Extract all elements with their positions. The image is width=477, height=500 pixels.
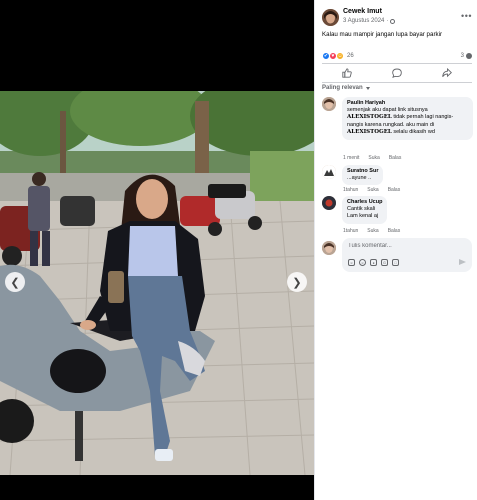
comment-text: semenjak aku dapat link situsnya ALEXIST… [347, 107, 454, 136]
haha-reaction-icon: ☺ [336, 52, 344, 60]
comment-brand-text: ALEXISTOGEL [347, 114, 392, 121]
post-meta: 3 Agustus 2024 · [343, 18, 396, 24]
share-button[interactable] [422, 65, 472, 81]
comment-reply-button[interactable]: Balas [389, 155, 402, 161]
send-icon[interactable] [459, 259, 466, 265]
post-caption: Kalau mau mampir jangan lupa bayar parki… [322, 31, 443, 38]
post-date[interactable]: 3 Agustus 2024 [343, 18, 384, 24]
comment-icon [392, 68, 402, 78]
next-photo-button[interactable]: ❯ [287, 272, 307, 292]
commenter-avatar[interactable] [322, 97, 336, 111]
photo-illustration [0, 91, 314, 475]
comment-meta: 1 menit Suka Balas [343, 155, 401, 161]
post-header: Cewek Imut 3 Agustus 2024 · ••• [322, 7, 472, 29]
comment-reply-button[interactable]: Balas [388, 228, 401, 234]
post-panel: Cewek Imut 3 Agustus 2024 · ••• Kalau ma… [314, 0, 477, 500]
comment-text-line: Lam kenal aj [347, 213, 379, 220]
comment-item: Charles Ucup Cantik skali Lam kenal aj [322, 196, 472, 226]
comment-bubble: Paulin Hariyah semenjak aku dapat link s… [342, 97, 473, 140]
comment-time: 1 menit [343, 155, 360, 161]
thumbs-up-icon [342, 68, 352, 78]
comment-meta: 1tahun Suka Balas [343, 228, 400, 234]
divider [322, 82, 472, 83]
comment-time: 1tahun [343, 228, 359, 234]
chevron-right-icon: ❯ [292, 276, 302, 289]
camera-icon[interactable]: ● [370, 259, 377, 266]
comment-count-value: 3 [460, 53, 464, 59]
date-separator: · [386, 18, 389, 24]
comment-button[interactable] [372, 65, 422, 81]
sticker-icon[interactable]: □ [392, 259, 399, 266]
comment-item: Suratno Sur ...ayune .. [322, 165, 472, 187]
comment-brand-text: ALEXISTOGEL [347, 129, 392, 136]
comment-like-button[interactable]: Suka [368, 155, 379, 161]
comment-text-line: Cantik skali [347, 206, 376, 212]
comment-sort-label: Paling relevan [322, 85, 363, 91]
commenter-name[interactable]: Suratno Sur [347, 168, 378, 174]
post-photo[interactable]: ❮ ❯ [0, 91, 314, 475]
comment-item: Paulin Hariyah semenjak aku dapat link s… [322, 97, 473, 161]
comment-bubble-icon [466, 53, 472, 59]
photo-viewer: ❮ ❯ [0, 0, 314, 500]
author-avatar[interactable] [322, 9, 339, 26]
comment-reply-button[interactable]: Balas [388, 187, 401, 193]
emoji-icon[interactable]: ☺ [359, 259, 366, 266]
comment-count[interactable]: 3 [461, 53, 472, 59]
composer-tools: ☺ ☺ ● G □ [348, 259, 399, 266]
commenter-avatar[interactable] [322, 165, 336, 179]
avatar-sticker-icon[interactable]: ☺ [348, 259, 355, 266]
comment-like-button[interactable]: Suka [367, 228, 378, 234]
gif-icon[interactable]: G [381, 259, 388, 266]
comment-bubble: Suratno Sur ...ayune .. [342, 165, 384, 186]
current-user-avatar [322, 241, 336, 255]
globe-icon [390, 18, 396, 24]
like-button[interactable] [322, 65, 372, 81]
post-actions [322, 65, 472, 81]
comment-bubble: Charles Ucup Cantik skali Lam kenal aj [342, 196, 388, 224]
share-icon [442, 68, 452, 78]
reaction-summary[interactable]: ✔ ♥ ☺ 26 3 [322, 51, 472, 61]
reaction-count[interactable]: 26 [347, 53, 354, 59]
comment-composer: ☺ ☺ ● G □ [322, 238, 472, 272]
more-options-icon[interactable]: ••• [461, 11, 472, 21]
previous-photo-button[interactable]: ❮ [5, 272, 25, 292]
chevron-down-icon [365, 86, 370, 90]
commenter-avatar[interactable] [322, 196, 336, 210]
author-name[interactable]: Cewek Imut [343, 8, 382, 15]
comment-text: ...ayune .. [347, 175, 372, 181]
comment-meta: 1tahun Suka Balas [343, 187, 400, 193]
commenter-name[interactable]: Charles Ucup [347, 199, 382, 205]
chevron-left-icon: ❮ [10, 276, 20, 289]
comment-like-button[interactable]: Suka [367, 187, 378, 193]
comment-input[interactable] [348, 243, 466, 249]
comment-sort-dropdown[interactable]: Paling relevan [322, 85, 370, 91]
divider [322, 63, 472, 64]
commenter-name[interactable]: Paulin Hariyah [347, 100, 468, 106]
comment-input-box: ☺ ☺ ● G □ [342, 238, 472, 272]
comment-time: 1tahun [343, 187, 359, 193]
